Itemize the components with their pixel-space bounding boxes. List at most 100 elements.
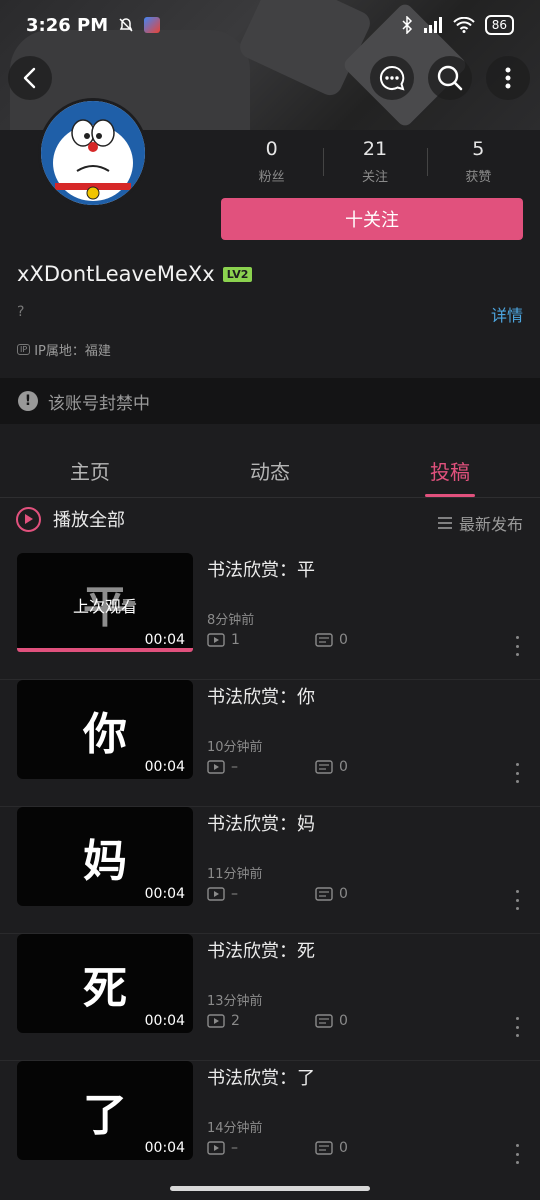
play-circle-icon: [16, 506, 41, 532]
stat-label: 获赞: [465, 170, 492, 185]
play-count-value: 2: [231, 1013, 240, 1029]
back-button[interactable]: [8, 56, 52, 100]
video-thumbnail[interactable]: 妈 00:04: [17, 807, 193, 906]
profile-tabs: 主页 动态 投稿: [0, 440, 540, 498]
video-thumbnail[interactable]: 平 上次观看 00:04: [17, 553, 193, 652]
video-title[interactable]: 书法欣赏：平: [207, 556, 315, 582]
video-title[interactable]: 书法欣赏：你: [207, 683, 315, 709]
play-count-value: –: [231, 759, 238, 775]
video-duration: 00:04: [144, 1013, 185, 1029]
video-time: 10分钟前: [207, 740, 263, 755]
sort-button[interactable]: 最新发布: [437, 511, 523, 535]
avatar-image: [41, 101, 145, 205]
video-title[interactable]: 书法欣赏：妈: [207, 810, 315, 836]
banned-notice: ! 该账号封禁中: [0, 378, 540, 424]
watch-progress-bar: [17, 648, 193, 652]
avatar[interactable]: [38, 98, 148, 208]
video-thumbnail[interactable]: 你 00:04: [17, 680, 193, 779]
app-notification-icon: [144, 17, 161, 33]
video-meta: – 0: [207, 1140, 348, 1156]
play-count-icon: [207, 1014, 225, 1028]
video-meta: – 0: [207, 886, 348, 902]
comment-count: 0: [315, 1013, 348, 1029]
last-watched-label: 上次观看: [72, 597, 137, 616]
list-sort-icon: [437, 517, 452, 529]
message-button[interactable]: [370, 56, 414, 100]
video-time: 14分钟前: [207, 1121, 263, 1136]
warning-icon: !: [18, 391, 38, 411]
profile-stats: 0 粉丝 21 关注 5 获赞: [220, 138, 530, 185]
play-count-value: –: [231, 886, 238, 902]
more-options-button[interactable]: [486, 56, 530, 100]
video-meta: 2 0: [207, 1013, 348, 1029]
video-time: 11分钟前: [207, 867, 263, 882]
tab-home[interactable]: 主页: [0, 440, 180, 497]
comment-count-value: 0: [339, 1140, 348, 1156]
video-more-icon[interactable]: [512, 763, 522, 783]
video-meta: 1 0: [207, 632, 348, 648]
username: xXDontLeaveMeXx: [17, 262, 215, 286]
stat-value: 0: [265, 138, 278, 160]
tab-activity[interactable]: 动态: [180, 440, 360, 497]
stat-value: 5: [472, 138, 485, 160]
play-count-icon: [207, 887, 225, 901]
search-button[interactable]: [428, 56, 472, 100]
ip-location-text: IP属地：福建: [34, 344, 111, 359]
level-badge: LV2: [222, 266, 253, 282]
comment-count: 0: [315, 632, 348, 648]
play-count-value: –: [231, 1140, 238, 1156]
video-time: 8分钟前: [207, 613, 255, 628]
comment-count: 0: [315, 1140, 348, 1156]
video-title[interactable]: 书法欣赏：死: [207, 937, 315, 963]
comment-count: 0: [315, 886, 348, 902]
comment-count-icon: [315, 1014, 333, 1028]
play-count: –: [207, 759, 238, 775]
stat-label: 粉丝: [258, 170, 285, 185]
stat-value: 21: [362, 138, 388, 160]
video-more-icon[interactable]: [512, 890, 522, 910]
play-count: 1: [207, 632, 240, 648]
video-title[interactable]: 书法欣赏：了: [207, 1064, 315, 1090]
play-all-label: 播放全部: [53, 510, 125, 531]
video-item[interactable]: 死 00:04 书法欣赏：死 13分钟前 2 0: [0, 934, 540, 1061]
video-duration: 00:04: [144, 1140, 185, 1156]
play-count: –: [207, 886, 238, 902]
video-item[interactable]: 你 00:04 书法欣赏：你 10分钟前 – 0: [0, 680, 540, 807]
wifi-icon: [453, 17, 475, 33]
bell-muted-icon: [119, 18, 133, 32]
banned-notice-text: 该账号封禁中: [48, 393, 150, 414]
search-icon: [437, 65, 463, 91]
bluetooth-icon: [402, 16, 412, 34]
video-more-icon[interactable]: [512, 1017, 522, 1037]
chat-bubble-icon: [380, 65, 405, 91]
username-row: xXDontLeaveMeXx LV2: [17, 262, 253, 286]
comment-count-value: 0: [339, 886, 348, 902]
tab-uploads[interactable]: 投稿: [360, 440, 540, 497]
video-more-icon[interactable]: [512, 1144, 522, 1164]
video-thumbnail[interactable]: 了 00:04: [17, 1061, 193, 1160]
play-count-icon: [207, 760, 225, 774]
stat-followers[interactable]: 0 粉丝: [220, 138, 323, 185]
follow-button[interactable]: 十关注: [221, 198, 523, 240]
sort-label: 最新发布: [458, 515, 523, 534]
battery-level: 86: [484, 15, 514, 35]
video-item[interactable]: 了 00:04 书法欣赏：了 14分钟前 – 0: [0, 1061, 540, 1188]
video-item[interactable]: 妈 00:04 书法欣赏：妈 11分钟前 – 0: [0, 807, 540, 934]
stat-likes[interactable]: 5 获赞: [426, 138, 530, 185]
video-duration: 00:04: [144, 632, 185, 648]
video-thumbnail[interactable]: 死 00:04: [17, 934, 193, 1033]
comment-count-icon: [315, 633, 333, 647]
play-all-button[interactable]: 播放全部: [16, 506, 125, 532]
detail-link[interactable]: 详情: [491, 302, 523, 326]
video-meta: – 0: [207, 759, 348, 775]
play-count: –: [207, 1140, 238, 1156]
video-duration: 00:04: [144, 886, 185, 902]
video-list: 平 上次观看 00:04 书法欣赏：平 8分钟前 1 0 你 00:04 书法欣…: [0, 553, 540, 1188]
ip-location: IP IP属地：福建: [17, 340, 111, 359]
play-count-icon: [207, 1141, 225, 1155]
home-indicator[interactable]: [170, 1186, 370, 1191]
stat-following[interactable]: 21 关注: [323, 138, 426, 185]
video-more-icon[interactable]: [512, 636, 522, 656]
video-item[interactable]: 平 上次观看 00:04 书法欣赏：平 8分钟前 1 0: [0, 553, 540, 680]
play-count: 2: [207, 1013, 240, 1029]
